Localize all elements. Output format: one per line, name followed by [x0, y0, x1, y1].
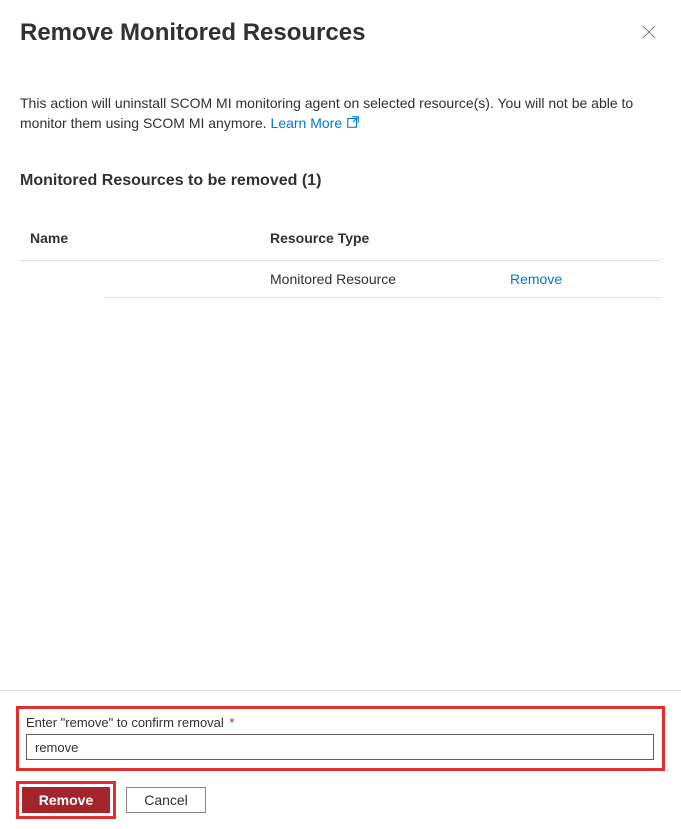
confirm-label-text: Enter "remove" to confirm removal: [26, 715, 224, 730]
learn-more-link[interactable]: Learn More: [271, 115, 361, 131]
resources-table: Name Resource Type Monitored Resource Re…: [20, 230, 661, 298]
required-asterisk: *: [226, 715, 235, 730]
confirm-highlight: Enter "remove" to confirm removal *: [16, 706, 665, 771]
page-title: Remove Monitored Resources: [20, 19, 365, 47]
table-header: Name Resource Type: [20, 230, 661, 261]
cell-type: Monitored Resource: [270, 271, 510, 287]
cancel-button[interactable]: Cancel: [126, 787, 206, 813]
description-text: This action will uninstall SCOM MI monit…: [20, 93, 661, 134]
button-row: Remove Cancel: [16, 781, 665, 819]
remove-row-link[interactable]: Remove: [510, 271, 562, 287]
section-title: Monitored Resources to be removed (1): [20, 172, 661, 190]
remove-button[interactable]: Remove: [22, 787, 110, 813]
confirm-input[interactable]: [26, 734, 654, 760]
close-button[interactable]: [641, 25, 657, 41]
confirm-label: Enter "remove" to confirm removal *: [26, 715, 654, 730]
footer: Enter "remove" to confirm removal * Remo…: [0, 690, 681, 829]
table-row: Monitored Resource Remove: [105, 261, 661, 298]
column-name-header: Name: [30, 230, 270, 246]
learn-more-label: Learn More: [271, 115, 343, 131]
remove-button-highlight: Remove: [16, 781, 116, 819]
column-type-header: Resource Type: [270, 230, 661, 246]
external-link-icon: [346, 114, 360, 134]
close-icon: [642, 25, 656, 42]
